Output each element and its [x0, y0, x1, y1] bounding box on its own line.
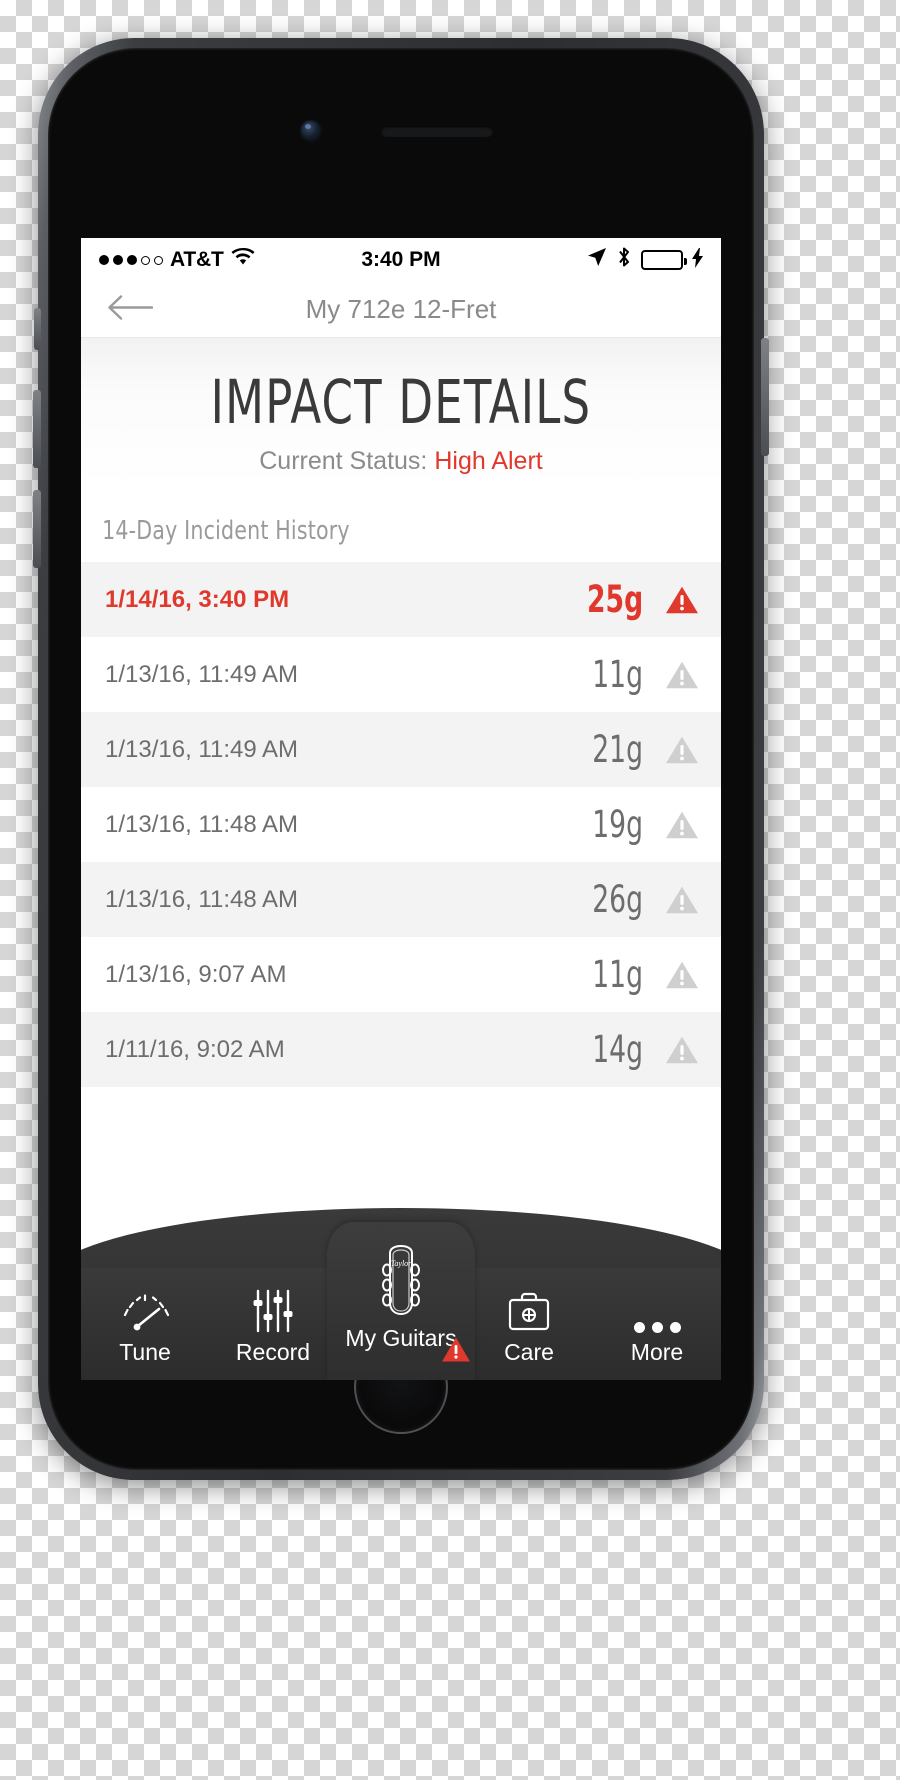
warning-triangle-icon [665, 810, 699, 840]
warning-triangle-icon [665, 660, 699, 690]
navigation-bar: My 712e 12-Fret [81, 282, 721, 338]
status-bar-right [441, 246, 703, 274]
tab-label: More [630, 1339, 684, 1365]
headstock-brand-text: Taylor [391, 1259, 412, 1268]
incident-date: 1/13/16, 11:49 AM [105, 735, 299, 763]
warning-triangle-icon [665, 585, 699, 615]
warning-triangle-icon [665, 735, 699, 765]
ellipsis-icon [633, 1285, 681, 1333]
toolbox-icon [506, 1285, 552, 1333]
signal-strength-icon [99, 255, 163, 265]
status-bar: AT&T 3:40 PM [81, 238, 721, 282]
incident-value: 19g [592, 803, 643, 846]
incident-date: 1/13/16, 11:49 AM [105, 660, 299, 688]
tuner-gauge-icon [118, 1285, 172, 1333]
power-button[interactable] [761, 338, 769, 456]
incident-value: 21g [592, 728, 643, 771]
incident-value: 26g [592, 878, 643, 921]
current-status-line: Current Status: High Alert [81, 447, 721, 476]
tab-more[interactable]: More [593, 1285, 721, 1380]
app-screen: AT&T 3:40 PM My 712e 12-Fret IMPACT DETA… [81, 238, 721, 1380]
tab-label: Record [235, 1339, 311, 1365]
battery-icon [641, 250, 687, 270]
current-status-label: Current Status: [259, 447, 428, 475]
clock-label: 3:40 PM [361, 248, 441, 271]
sliders-icon [249, 1285, 297, 1333]
warning-triangle-icon [665, 960, 699, 990]
incident-date: 1/13/16, 11:48 AM [105, 885, 299, 913]
warning-triangle-badge-icon [441, 1336, 471, 1368]
incident-date: 1/11/16, 9:02 AM [105, 1035, 285, 1063]
incident-date: 1/13/16, 9:07 AM [105, 960, 287, 988]
section-header: 14-Day Incident History [102, 516, 350, 546]
incident-list[interactable]: 1/14/16, 3:40 PM 25g 1/13/16, 11:49 AM 11g 1… [81, 562, 721, 1087]
incident-date: 1/14/16, 3:40 PM [105, 585, 290, 613]
tab-bar: Tune Record Taylor My Guitars Care More [81, 1208, 721, 1380]
current-status-value: High Alert [434, 447, 543, 475]
incident-value: 11g [592, 653, 643, 696]
tab-label: Care [504, 1339, 554, 1365]
tab-care[interactable]: Care [465, 1285, 593, 1380]
warning-triangle-icon [665, 1035, 699, 1065]
tab-bar-items: Tune Record Taylor My Guitars Care More [81, 1222, 721, 1380]
warning-triangle-icon [665, 885, 699, 915]
location-arrow-icon [587, 247, 607, 273]
guitar-headstock-icon: Taylor [372, 1244, 430, 1323]
bluetooth-icon [616, 246, 632, 274]
volume-down-button[interactable] [33, 490, 41, 568]
incident-row[interactable]: 1/13/16, 11:48 AM 26g [81, 862, 721, 937]
carrier-label: AT&T [170, 248, 224, 271]
phone-bezel: AT&T 3:40 PM My 712e 12-Fret IMPACT DETA… [48, 48, 754, 1470]
phone-device: AT&T 3:40 PM My 712e 12-Fret IMPACT DETA… [33, 38, 769, 1480]
volume-up-button[interactable] [33, 390, 41, 468]
incident-value: 11g [592, 953, 643, 996]
impact-details-heading: IMPACT DETAILS [210, 367, 592, 438]
incident-row[interactable]: 1/11/16, 9:02 AM 14g [81, 1012, 721, 1087]
tab-my-guitars[interactable]: Taylor My Guitars [327, 1222, 475, 1380]
front-camera [300, 120, 322, 142]
incident-date: 1/13/16, 11:48 AM [105, 810, 299, 838]
hero-section: IMPACT DETAILS Current Status: High Aler… [81, 338, 721, 486]
incident-row[interactable]: 1/13/16, 9:07 AM 11g [81, 937, 721, 1012]
earpiece-speaker [381, 126, 493, 137]
wifi-icon [231, 247, 255, 272]
status-bar-left: AT&T [99, 247, 361, 272]
incident-value: 25g [586, 578, 643, 621]
silent-switch[interactable] [34, 308, 41, 350]
page-title: My 712e 12-Fret [305, 294, 497, 324]
tab-tune[interactable]: Tune [81, 1285, 209, 1380]
incident-row[interactable]: 1/14/16, 3:40 PM 25g [81, 562, 721, 637]
incident-row[interactable]: 1/13/16, 11:49 AM 21g [81, 712, 721, 787]
incident-row[interactable]: 1/13/16, 11:48 AM 19g [81, 787, 721, 862]
back-arrow-icon[interactable] [107, 294, 154, 325]
incident-row[interactable]: 1/13/16, 11:49 AM 11g [81, 637, 721, 712]
tab-label: Tune [119, 1339, 171, 1365]
lightning-bolt-icon [692, 248, 703, 272]
incident-value: 14g [592, 1028, 643, 1071]
tab-record[interactable]: Record [209, 1285, 337, 1380]
